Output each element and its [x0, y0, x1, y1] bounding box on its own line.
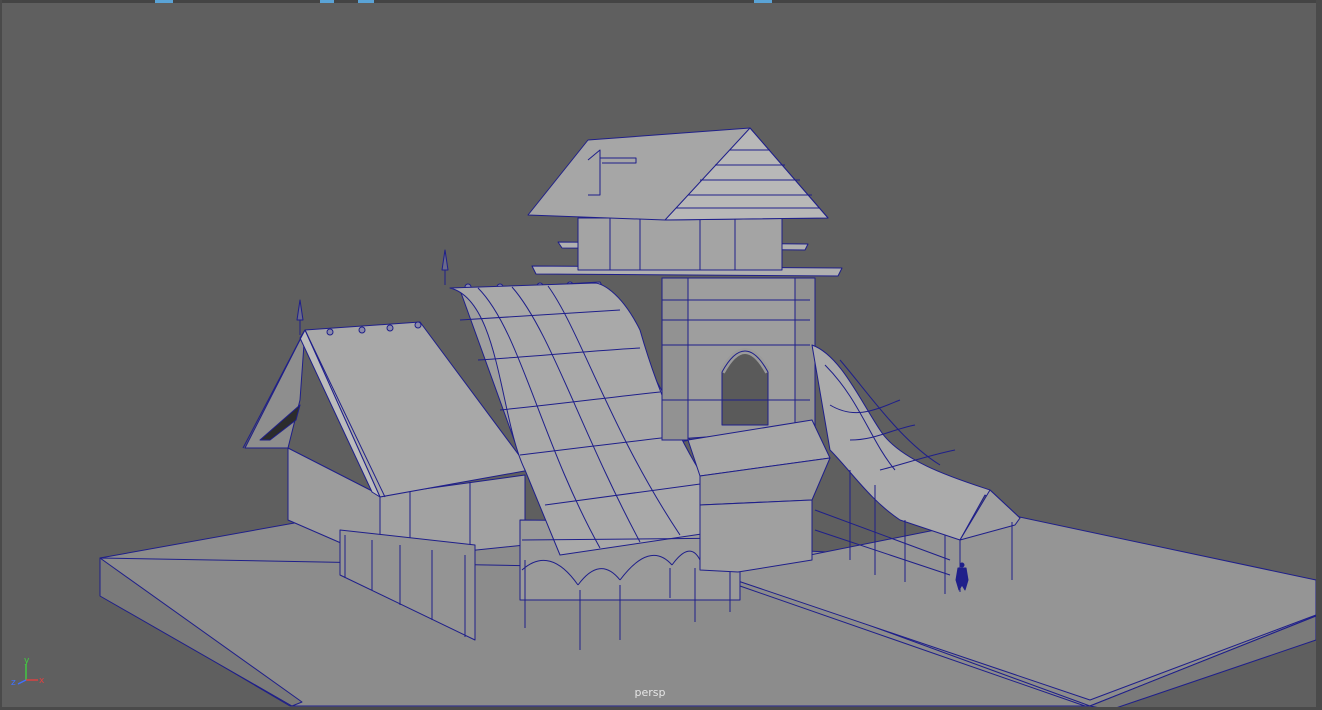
- axis-gizmo: y x z: [8, 654, 48, 692]
- viewport-border-left: [0, 0, 2, 710]
- scene-model[interactable]: [0, 0, 1322, 710]
- axis-x-label: x: [39, 676, 45, 686]
- viewport-border-right: [1316, 0, 1322, 710]
- tower: [661, 277, 816, 441]
- 3d-viewport[interactable]: y x z persp: [0, 0, 1322, 710]
- camera-name-label: persp: [634, 686, 666, 699]
- annex-roof: [687, 419, 831, 573]
- axis-y-label: y: [24, 656, 30, 666]
- axis-z-label: z: [11, 678, 16, 688]
- tower-top: [527, 127, 843, 277]
